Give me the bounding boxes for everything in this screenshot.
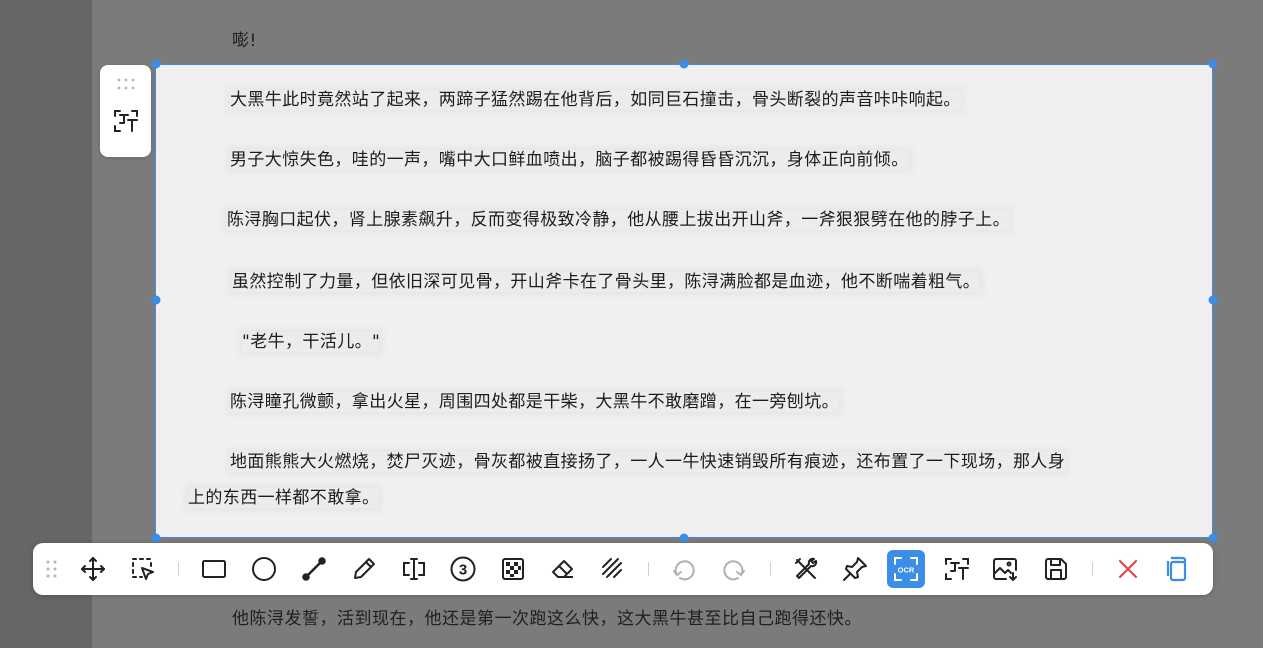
ocr-button[interactable]: OCR bbox=[887, 550, 925, 588]
resize-handle-top-left[interactable] bbox=[151, 59, 161, 69]
svg-text:OCR: OCR bbox=[898, 566, 915, 575]
move-button[interactable] bbox=[74, 550, 112, 588]
save-icon bbox=[1045, 558, 1067, 580]
paragraph: 大黑牛此时竟然站了起来，两蹄子猛然踢在他背后，如同巨石撞击，骨头断裂的声音咔咔响… bbox=[230, 90, 961, 110]
paragraph: 上的东西一样都不敢拿。 bbox=[188, 488, 380, 508]
annotation-toolbar: 3 OCR bbox=[33, 543, 1213, 595]
paragraph: 虽然控制了力量，但依旧深可见骨，开山斧卡在了骨头里，陈浔满脸都是血迹，他不断喘着… bbox=[232, 272, 981, 292]
resize-handle-bottom-right[interactable] bbox=[1208, 533, 1218, 543]
move-icon bbox=[81, 557, 105, 581]
image-save-button[interactable] bbox=[986, 550, 1024, 588]
ocr-text-icon bbox=[945, 558, 969, 580]
toolbar-divider bbox=[648, 562, 649, 576]
mosaic-icon bbox=[502, 558, 524, 580]
toolbar-divider bbox=[178, 562, 179, 576]
pencil-icon bbox=[354, 558, 375, 579]
capture-selection[interactable]: 大黑牛此时竟然站了起来，两蹄子猛然踢在他背后，如同巨石撞击，骨头断裂的声音咔咔响… bbox=[155, 64, 1213, 538]
pin-button[interactable] bbox=[836, 550, 874, 588]
toolbar-divider bbox=[1092, 562, 1093, 576]
rectangle-icon bbox=[202, 560, 226, 578]
resize-handle-left[interactable] bbox=[151, 295, 161, 305]
toolbar-drag-handle[interactable] bbox=[37, 550, 67, 588]
hatch-button[interactable] bbox=[594, 550, 632, 588]
number-marker-icon: 3 bbox=[450, 556, 476, 582]
resize-handle-top[interactable] bbox=[679, 59, 689, 69]
select-region-icon bbox=[132, 558, 154, 580]
background-text-top: 嘭! bbox=[232, 31, 257, 51]
tools-button[interactable] bbox=[787, 550, 825, 588]
rectangle-button[interactable] bbox=[195, 550, 233, 588]
ocr-text-button[interactable] bbox=[938, 550, 976, 588]
text-cursor-icon bbox=[403, 558, 425, 580]
select-region-button[interactable] bbox=[124, 550, 162, 588]
background-text-bottom: 他陈浔发誓，活到现在，他还是第一次跑这么快，这大黑牛甚至比自己跑得还快。 bbox=[232, 609, 862, 629]
paragraph: 男子大惊失色，哇的一声，嘴中大口鲜血喷出，脑子都被踢得昏昏沉沉，身体正向前倾。 bbox=[230, 150, 909, 170]
image-save-icon bbox=[993, 558, 1017, 581]
arrow-button[interactable] bbox=[295, 550, 333, 588]
number-marker-button[interactable]: 3 bbox=[444, 550, 482, 588]
redo-icon bbox=[723, 560, 745, 581]
hatch-icon bbox=[602, 558, 622, 578]
circle-icon bbox=[252, 557, 276, 581]
drag-handle-icon[interactable] bbox=[116, 77, 136, 91]
undo-button[interactable] bbox=[665, 550, 703, 588]
mosaic-button[interactable] bbox=[494, 550, 532, 588]
copy-icon bbox=[1166, 556, 1187, 582]
text-button[interactable] bbox=[395, 550, 433, 588]
eraser-icon bbox=[552, 560, 573, 578]
paragraph: "老牛，干活儿。" bbox=[242, 332, 381, 352]
close-button[interactable] bbox=[1109, 550, 1147, 588]
side-toolbar bbox=[100, 65, 151, 157]
paragraph: 地面熊熊大火燃烧，焚尸灭迹，骨灰都被直接扬了，一人一牛快速销毁所有痕迹，还布置了… bbox=[230, 452, 1066, 472]
toolbar-divider bbox=[770, 562, 771, 576]
ocr-text-icon[interactable] bbox=[112, 107, 140, 135]
ocr-icon: OCR bbox=[894, 557, 918, 581]
close-icon bbox=[1118, 559, 1138, 579]
svg-text:3: 3 bbox=[459, 562, 467, 579]
paragraph: 陈浔胸口起伏，肾上腺素飙升，反而变得极致冷静，他从腰上拔出开山斧，一斧狠狠劈在他… bbox=[227, 210, 1010, 230]
undo-icon bbox=[673, 560, 695, 581]
redo-button[interactable] bbox=[715, 550, 753, 588]
resize-handle-bottom[interactable] bbox=[679, 533, 689, 543]
eraser-button[interactable] bbox=[544, 550, 582, 588]
resize-handle-top-right[interactable] bbox=[1208, 59, 1218, 69]
circle-button[interactable] bbox=[245, 550, 283, 588]
save-button[interactable] bbox=[1037, 550, 1075, 588]
pin-icon bbox=[843, 557, 867, 581]
arrow-icon bbox=[302, 557, 326, 581]
paragraph: 陈浔瞳孔微颤，拿出火星，周围四处都是干柴，大黑牛不敢磨蹭，在一旁刨坑。 bbox=[230, 392, 839, 412]
resize-handle-bottom-left[interactable] bbox=[151, 533, 161, 543]
copy-button[interactable] bbox=[1158, 550, 1196, 588]
tools-icon bbox=[795, 557, 818, 579]
drag-handle-icon bbox=[46, 560, 57, 578]
resize-handle-right[interactable] bbox=[1208, 295, 1218, 305]
pencil-button[interactable] bbox=[345, 550, 383, 588]
